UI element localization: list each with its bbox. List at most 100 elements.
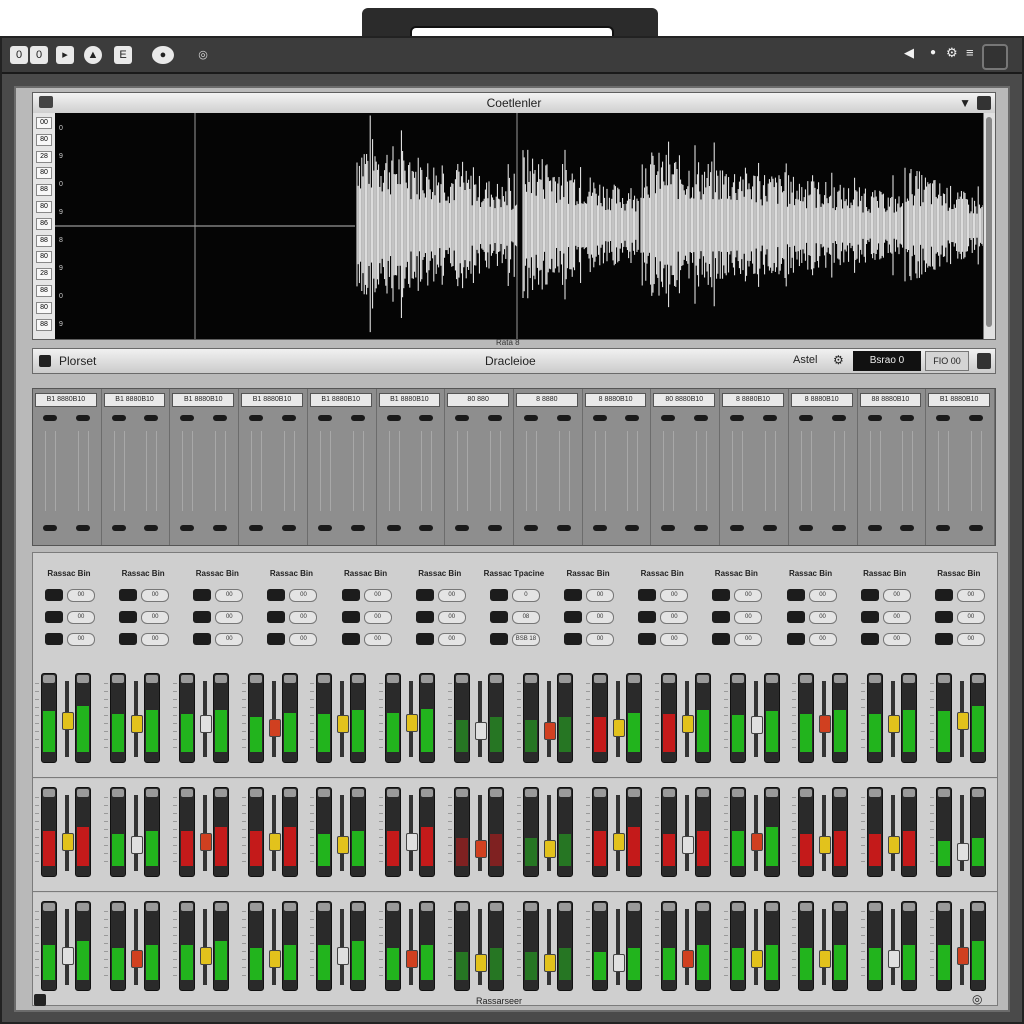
fader-knob[interactable] [406,950,419,968]
channel-value-pill[interactable]: 00 [363,611,392,624]
channel-strip[interactable]: B1 8880B10 [377,389,446,545]
channel-strip[interactable]: B1 8880B10 [926,389,995,545]
strip-pin[interactable] [455,415,470,421]
strip-pin[interactable] [867,415,882,421]
fader-knob[interactable] [268,950,281,968]
strip-pin[interactable] [661,415,676,421]
strip-pin[interactable] [111,415,126,421]
channel-strip[interactable]: 80 880 [445,389,514,545]
toolbar-button-power[interactable]: 0 [10,46,28,64]
fader-knob[interactable] [130,950,143,968]
fader-knob[interactable] [544,839,556,858]
bus-button[interactable]: Bsrao 0 [853,351,921,371]
settings-icon[interactable]: ⚙ [833,353,844,367]
channel-value-pill[interactable]: 00 [437,633,466,646]
strip-pin[interactable] [730,415,745,421]
strip-pin[interactable] [180,525,195,531]
channel-toggle-button[interactable] [267,589,286,601]
channel-toggle-button[interactable] [934,633,953,645]
chevron-down-icon[interactable]: ▼ [959,93,971,113]
fader-knob[interactable] [199,946,212,965]
fader-knob[interactable] [337,715,350,733]
strip-pin[interactable] [75,525,90,531]
strip-pin[interactable] [524,415,538,421]
fader-knob[interactable] [62,832,74,851]
channel-value-pill[interactable]: 00 [808,611,837,624]
strip-pin[interactable] [180,415,195,421]
fader-knob[interactable] [130,715,143,733]
fio-display-button[interactable]: FIO 00 [925,351,969,371]
channel-value-pill[interactable]: 00 [67,589,95,602]
strip-pin[interactable] [968,415,983,421]
channel-toggle-button[interactable] [45,633,63,645]
strip-pin[interactable] [798,525,813,531]
channel-value-pill[interactable]: 00 [363,633,392,646]
channel-toggle-button[interactable] [415,589,434,601]
channel-toggle-button[interactable] [860,633,879,645]
strip-pin[interactable] [625,415,640,421]
strip-pin[interactable] [831,525,846,531]
fader-knob[interactable] [819,950,832,968]
channel-value-pill[interactable]: 00 [586,611,615,624]
strip-pin[interactable] [762,525,777,531]
channel-value-pill[interactable]: 00 [660,589,689,602]
strip-pin[interactable] [419,415,434,421]
strip-pin[interactable] [249,415,264,421]
channel-toggle-button[interactable] [712,633,731,645]
channel-toggle-button[interactable] [786,633,805,645]
channel-toggle-button[interactable] [638,633,657,645]
corner-left-icon[interactable] [34,994,46,1006]
channel-value-pill[interactable]: 00 [808,633,837,646]
strip-pin[interactable] [213,415,228,421]
strip-pin[interactable] [831,415,846,421]
fader-knob[interactable] [957,946,970,965]
fader-knob[interactable] [819,715,832,733]
channel-toggle-button[interactable] [564,589,583,601]
strip-pin[interactable] [661,525,676,531]
preset-label[interactable]: Plorset [59,354,96,368]
channel-value-pill[interactable]: 00 [141,633,170,646]
channel-toggle-button[interactable] [45,589,63,601]
strip-pin[interactable] [317,525,332,531]
channel-toggle-button[interactable] [786,611,805,623]
channel-value-pill[interactable]: 00 [437,611,466,624]
window-button[interactable] [982,44,1008,70]
strip-pin[interactable] [730,525,745,531]
channel-value-pill[interactable]: 00 [734,589,763,602]
toolbar-button-monitor[interactable]: ● [152,46,174,64]
fader-knob[interactable] [62,711,74,730]
fader-knob[interactable] [130,836,143,854]
strip-pin[interactable] [936,415,951,421]
strip-pin[interactable] [350,415,365,421]
channel-toggle-button[interactable] [638,589,657,601]
channel-toggle-button[interactable] [341,589,360,601]
fader-knob[interactable] [544,953,556,972]
channel-value-pill[interactable]: 00 [808,589,837,602]
strip-pin[interactable] [144,415,159,421]
fader-knob[interactable] [819,836,832,854]
window-icon[interactable] [39,96,53,108]
speaker-icon[interactable]: ◀ [904,45,914,61]
channel-toggle-button[interactable] [934,611,953,623]
channel-toggle-button[interactable] [415,611,434,623]
fader-knob[interactable] [681,950,694,968]
fader-knob[interactable] [475,839,488,858]
channel-value-pill[interactable]: 00 [141,589,170,602]
fader-knob[interactable] [268,718,281,737]
strip-pin[interactable] [900,525,915,531]
strip-pin[interactable] [625,525,640,531]
strip-pin[interactable] [524,525,538,531]
channel-toggle-button[interactable] [860,589,879,601]
strip-pin[interactable] [762,415,777,421]
menu-icon[interactable]: ≡ [966,45,974,60]
channel-strip[interactable]: 88 8880B10 [858,389,927,545]
channel-strip[interactable]: 8 8880B10 [789,389,858,545]
strip-pin[interactable] [694,525,709,531]
channel-value-pill[interactable]: 08 [511,611,540,624]
strip-pin[interactable] [249,525,264,531]
channel-value-pill[interactable]: 00 [956,611,985,624]
fader-knob[interactable] [199,715,212,733]
fader-knob[interactable] [888,836,901,854]
toolbar-button-edit[interactable]: E [114,46,132,64]
strip-pin[interactable] [592,525,607,531]
